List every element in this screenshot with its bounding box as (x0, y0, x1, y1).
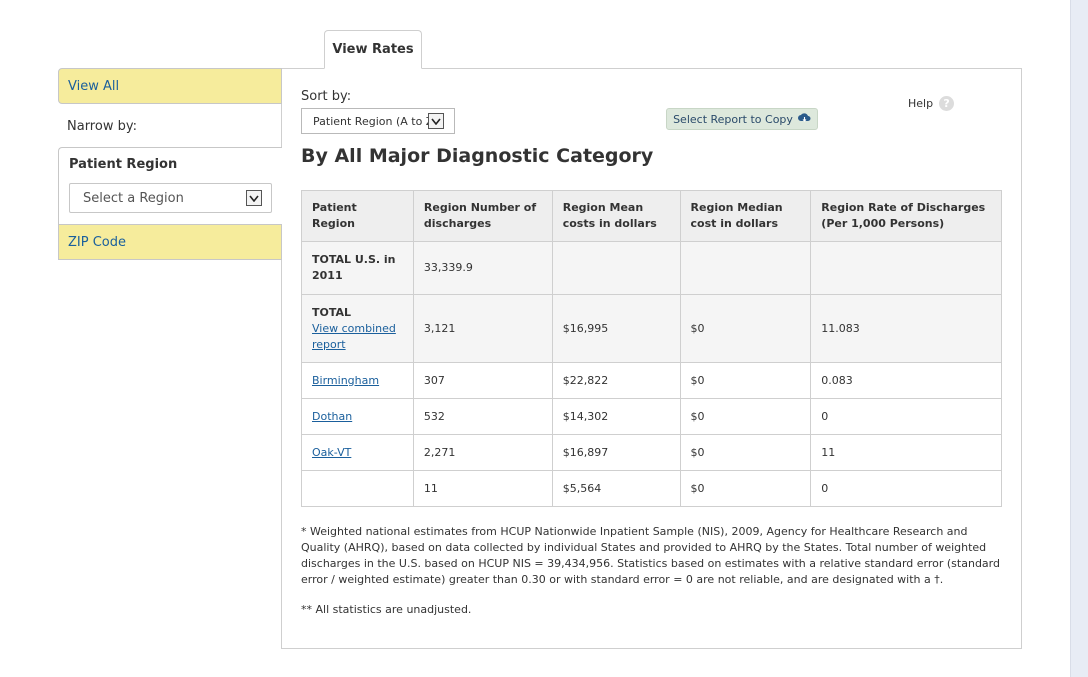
cell-median: $0 (679, 398, 812, 435)
column-header: Region Median cost in dollars (679, 190, 812, 242)
view-combined-report-link[interactable]: View combined report (312, 322, 396, 351)
column-header: Region Rate of Discharges (Per 1,000 Per… (810, 190, 1002, 242)
chevron-down-icon[interactable] (246, 190, 262, 206)
cell-median: $0 (679, 470, 812, 507)
cell-region: Dothan (301, 398, 414, 435)
region-link-oak-vt[interactable]: Oak-VT (312, 446, 351, 459)
cell-region: Oak-VT (301, 434, 414, 471)
cell-mean: $14,302 (551, 398, 681, 435)
table-row: Oak-VT 2,271 $16,897 $0 11 (301, 434, 1002, 471)
sidebar-zip-code[interactable]: ZIP Code (58, 224, 282, 260)
cell-mean: $5,564 (551, 470, 681, 507)
help-link[interactable]: Help ? (908, 96, 955, 111)
cell-rate: 11 (810, 434, 1002, 471)
cell-mean: $22,822 (551, 362, 681, 399)
region-link-birmingham[interactable]: Birmingham (312, 374, 379, 387)
column-header: Region Number of discharges (412, 190, 553, 242)
column-header: Region Mean costs in dollars (551, 190, 681, 242)
cloud-download-icon (797, 112, 811, 126)
page-title: By All Major Diagnostic Category (301, 145, 654, 167)
sort-by-label: Sort by: (301, 89, 352, 104)
cell-discharges: 532 (412, 398, 553, 435)
patient-region-filter: Patient Region Select a Region (58, 147, 282, 225)
region-select[interactable]: Select a Region (69, 183, 272, 213)
narrow-by-label: Narrow by: (67, 119, 137, 134)
table-row: Dothan 532 $14,302 $0 0 (301, 398, 1002, 435)
help-question-icon[interactable]: ? (939, 96, 955, 111)
cell-discharges: 33,339.9 (412, 241, 553, 295)
footnote-unadjusted: ** All statistics are unadjusted. (301, 603, 472, 616)
cell-discharges: 307 (412, 362, 553, 399)
table-header-row: Patient Region Region Number of discharg… (301, 190, 1002, 242)
cell-discharges: 3,121 (412, 294, 553, 363)
region-link-dothan[interactable]: Dothan (312, 410, 352, 423)
table-row: 11 $5,564 $0 0 (301, 470, 1002, 507)
cell-rate (810, 241, 1002, 295)
region-select-value: Select a Region (83, 190, 184, 206)
cell-median: $0 (679, 362, 812, 399)
page-scrollbar-strip[interactable] (1070, 0, 1088, 677)
cell-mean: $16,995 (551, 294, 681, 363)
cell-mean (551, 241, 681, 295)
tab-view-rates[interactable]: View Rates (324, 30, 422, 69)
table-row: Birmingham 307 $22,822 $0 0.083 (301, 362, 1002, 399)
sort-select-value: Patient Region (A to Z (313, 114, 434, 128)
cell-discharges: 11 (412, 470, 553, 507)
cell-region: TOTAL U.S. in 2011 (301, 241, 414, 295)
help-label: Help (908, 97, 934, 110)
chevron-down-icon[interactable] (428, 113, 444, 129)
table-row-total-us: TOTAL U.S. in 2011 33,339.9 (301, 241, 1002, 295)
column-header: Patient Region (301, 190, 414, 242)
patient-region-label: Patient Region (69, 157, 178, 172)
cell-region (301, 470, 414, 507)
cell-rate: 11.083 (810, 294, 1002, 363)
cell-region: Birmingham (301, 362, 414, 399)
sort-select[interactable]: Patient Region (A to Z (301, 108, 455, 134)
cell-region: TOTAL View combined report (301, 294, 414, 363)
cell-mean: $16,897 (551, 434, 681, 471)
table-row-total: TOTAL View combined report 3,121 $16,995… (301, 294, 1002, 363)
cell-rate: 0 (810, 470, 1002, 507)
select-report-to-copy-button[interactable]: Select Report to Copy (666, 108, 818, 130)
cell-median (679, 241, 812, 295)
cell-median: $0 (679, 294, 812, 363)
total-label: TOTAL (312, 305, 352, 319)
sidebar-view-all[interactable]: View All (58, 68, 282, 104)
cell-discharges: 2,271 (412, 434, 553, 471)
copy-button-label: Select Report to Copy (673, 112, 793, 126)
cell-median: $0 (679, 434, 812, 471)
cell-rate: 0 (810, 398, 1002, 435)
rates-table: Patient Region Region Number of discharg… (301, 190, 1002, 507)
footnote-weighted-estimates: * Weighted national estimates from HCUP … (301, 525, 1000, 586)
cell-rate: 0.083 (810, 362, 1002, 399)
